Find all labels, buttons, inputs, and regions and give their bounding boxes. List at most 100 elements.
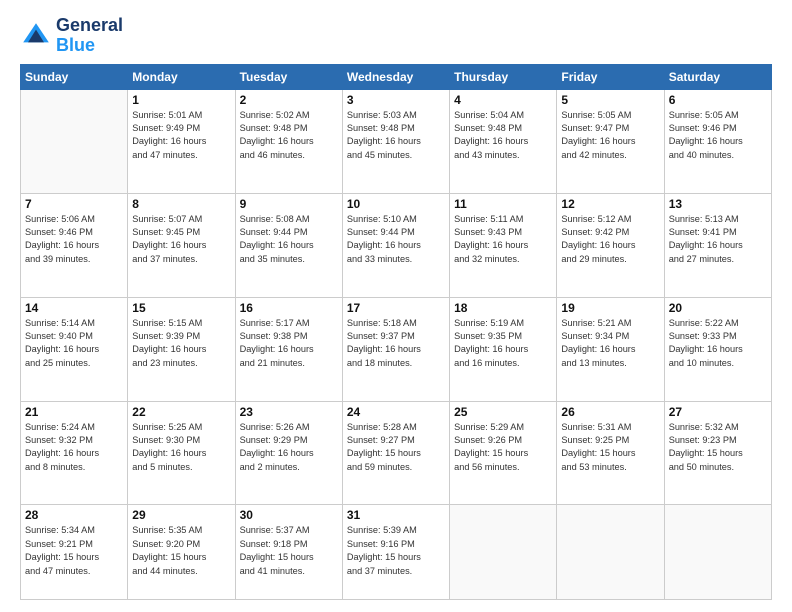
day-header-sunday: Sunday bbox=[21, 64, 128, 89]
calendar-cell: 5 Sunrise: 5:05 AMSunset: 9:47 PMDaylight… bbox=[557, 89, 664, 193]
day-number: 8 bbox=[132, 197, 230, 211]
day-info: Sunrise: 5:13 AMSunset: 9:41 PMDaylight:… bbox=[669, 213, 767, 266]
calendar-cell: 31 Sunrise: 5:39 AMSunset: 9:16 PMDayligh… bbox=[342, 505, 449, 600]
calendar-cell: 25 Sunrise: 5:29 AMSunset: 9:26 PMDayligh… bbox=[450, 401, 557, 505]
calendar-cell: 14 Sunrise: 5:14 AMSunset: 9:40 PMDayligh… bbox=[21, 297, 128, 401]
calendar-cell: 11 Sunrise: 5:11 AMSunset: 9:43 PMDayligh… bbox=[450, 193, 557, 297]
calendar-cell: 2 Sunrise: 5:02 AMSunset: 9:48 PMDaylight… bbox=[235, 89, 342, 193]
calendar-header-row: SundayMondayTuesdayWednesdayThursdayFrid… bbox=[21, 64, 772, 89]
week-row-2: 7 Sunrise: 5:06 AMSunset: 9:46 PMDaylight… bbox=[21, 193, 772, 297]
calendar-cell: 13Sunrise: 5:13 AMSunset: 9:41 PMDayligh… bbox=[664, 193, 771, 297]
calendar-cell: 26Sunrise: 5:31 AMSunset: 9:25 PMDayligh… bbox=[557, 401, 664, 505]
day-header-friday: Friday bbox=[557, 64, 664, 89]
day-info: Sunrise: 5:10 AMSunset: 9:44 PMDaylight:… bbox=[347, 213, 445, 266]
day-info: Sunrise: 5:17 AMSunset: 9:38 PMDaylight:… bbox=[240, 317, 338, 370]
day-info: Sunrise: 5:21 AMSunset: 9:34 PMDaylight:… bbox=[561, 317, 659, 370]
calendar-cell: 21 Sunrise: 5:24 AMSunset: 9:32 PMDayligh… bbox=[21, 401, 128, 505]
calendar-cell: 12 Sunrise: 5:12 AMSunset: 9:42 PMDayligh… bbox=[557, 193, 664, 297]
day-number: 7 bbox=[25, 197, 123, 211]
day-header-saturday: Saturday bbox=[664, 64, 771, 89]
day-number: 9 bbox=[240, 197, 338, 211]
day-info: Sunrise: 5:06 AMSunset: 9:46 PMDaylight:… bbox=[25, 213, 123, 266]
day-number: 2 bbox=[240, 93, 338, 107]
day-number: 19 bbox=[561, 301, 659, 315]
header: General Blue bbox=[20, 16, 772, 56]
day-number: 14 bbox=[25, 301, 123, 315]
day-number: 12 bbox=[561, 197, 659, 211]
day-info: Sunrise: 5:15 AMSunset: 9:39 PMDaylight:… bbox=[132, 317, 230, 370]
calendar-cell: 27 Sunrise: 5:32 AMSunset: 9:23 PMDayligh… bbox=[664, 401, 771, 505]
day-info: Sunrise: 5:26 AMSunset: 9:29 PMDaylight:… bbox=[240, 421, 338, 474]
logo-line2: Blue bbox=[56, 35, 95, 55]
day-info: Sunrise: 5:14 AMSunset: 9:40 PMDaylight:… bbox=[25, 317, 123, 370]
day-number: 5 bbox=[561, 93, 659, 107]
logo: General Blue bbox=[20, 16, 123, 56]
day-info: Sunrise: 5:25 AMSunset: 9:30 PMDaylight:… bbox=[132, 421, 230, 474]
calendar-cell: 9 Sunrise: 5:08 AMSunset: 9:44 PMDaylight… bbox=[235, 193, 342, 297]
calendar-cell: 10 Sunrise: 5:10 AMSunset: 9:44 PMDayligh… bbox=[342, 193, 449, 297]
day-info: Sunrise: 5:32 AMSunset: 9:23 PMDaylight:… bbox=[669, 421, 767, 474]
day-info: Sunrise: 5:02 AMSunset: 9:48 PMDaylight:… bbox=[240, 109, 338, 162]
day-number: 23 bbox=[240, 405, 338, 419]
calendar-cell bbox=[664, 505, 771, 600]
day-number: 16 bbox=[240, 301, 338, 315]
calendar-cell: 4Sunrise: 5:04 AMSunset: 9:48 PMDaylight… bbox=[450, 89, 557, 193]
calendar-cell: 3Sunrise: 5:03 AMSunset: 9:48 PMDaylight… bbox=[342, 89, 449, 193]
logo-text: General Blue bbox=[56, 16, 123, 56]
day-info: Sunrise: 5:01 AMSunset: 9:49 PMDaylight:… bbox=[132, 109, 230, 162]
logo-line1: General bbox=[56, 16, 123, 36]
day-info: Sunrise: 5:08 AMSunset: 9:44 PMDaylight:… bbox=[240, 213, 338, 266]
page: General Blue SundayMondayTuesdayWednesda… bbox=[0, 0, 792, 612]
calendar-cell: 22 Sunrise: 5:25 AMSunset: 9:30 PMDayligh… bbox=[128, 401, 235, 505]
day-info: Sunrise: 5:35 AMSunset: 9:20 PMDaylight:… bbox=[132, 524, 230, 577]
day-number: 17 bbox=[347, 301, 445, 315]
day-number: 15 bbox=[132, 301, 230, 315]
day-number: 21 bbox=[25, 405, 123, 419]
day-info: Sunrise: 5:19 AMSunset: 9:35 PMDaylight:… bbox=[454, 317, 552, 370]
week-row-4: 21 Sunrise: 5:24 AMSunset: 9:32 PMDayligh… bbox=[21, 401, 772, 505]
calendar-cell: 6Sunrise: 5:05 AMSunset: 9:46 PMDaylight… bbox=[664, 89, 771, 193]
day-info: Sunrise: 5:29 AMSunset: 9:26 PMDaylight:… bbox=[454, 421, 552, 474]
day-number: 27 bbox=[669, 405, 767, 419]
week-row-3: 14 Sunrise: 5:14 AMSunset: 9:40 PMDayligh… bbox=[21, 297, 772, 401]
calendar-cell: 1Sunrise: 5:01 AMSunset: 9:49 PMDaylight… bbox=[128, 89, 235, 193]
day-number: 20 bbox=[669, 301, 767, 315]
day-info: Sunrise: 5:39 AMSunset: 9:16 PMDaylight:… bbox=[347, 524, 445, 577]
day-info: Sunrise: 5:37 AMSunset: 9:18 PMDaylight:… bbox=[240, 524, 338, 577]
week-row-5: 28 Sunrise: 5:34 AMSunset: 9:21 PMDayligh… bbox=[21, 505, 772, 600]
calendar-table: SundayMondayTuesdayWednesdayThursdayFrid… bbox=[20, 64, 772, 600]
calendar-cell: 17Sunrise: 5:18 AMSunset: 9:37 PMDayligh… bbox=[342, 297, 449, 401]
calendar-cell: 24 Sunrise: 5:28 AMSunset: 9:27 PMDayligh… bbox=[342, 401, 449, 505]
calendar-cell: 30Sunrise: 5:37 AMSunset: 9:18 PMDayligh… bbox=[235, 505, 342, 600]
day-info: Sunrise: 5:34 AMSunset: 9:21 PMDaylight:… bbox=[25, 524, 123, 577]
day-number: 10 bbox=[347, 197, 445, 211]
calendar-cell: 16 Sunrise: 5:17 AMSunset: 9:38 PMDayligh… bbox=[235, 297, 342, 401]
calendar-cell: 18 Sunrise: 5:19 AMSunset: 9:35 PMDayligh… bbox=[450, 297, 557, 401]
logo-icon bbox=[20, 20, 52, 52]
day-info: Sunrise: 5:28 AMSunset: 9:27 PMDaylight:… bbox=[347, 421, 445, 474]
day-number: 18 bbox=[454, 301, 552, 315]
day-number: 22 bbox=[132, 405, 230, 419]
day-number: 6 bbox=[669, 93, 767, 107]
calendar-cell: 8 Sunrise: 5:07 AMSunset: 9:45 PMDaylight… bbox=[128, 193, 235, 297]
day-number: 25 bbox=[454, 405, 552, 419]
calendar-cell bbox=[557, 505, 664, 600]
day-header-wednesday: Wednesday bbox=[342, 64, 449, 89]
day-number: 28 bbox=[25, 508, 123, 522]
day-info: Sunrise: 5:05 AMSunset: 9:47 PMDaylight:… bbox=[561, 109, 659, 162]
calendar-cell: 28 Sunrise: 5:34 AMSunset: 9:21 PMDayligh… bbox=[21, 505, 128, 600]
day-info: Sunrise: 5:31 AMSunset: 9:25 PMDaylight:… bbox=[561, 421, 659, 474]
day-info: Sunrise: 5:07 AMSunset: 9:45 PMDaylight:… bbox=[132, 213, 230, 266]
calendar-cell: 20Sunrise: 5:22 AMSunset: 9:33 PMDayligh… bbox=[664, 297, 771, 401]
day-info: Sunrise: 5:11 AMSunset: 9:43 PMDaylight:… bbox=[454, 213, 552, 266]
day-number: 31 bbox=[347, 508, 445, 522]
calendar-cell bbox=[450, 505, 557, 600]
day-info: Sunrise: 5:12 AMSunset: 9:42 PMDaylight:… bbox=[561, 213, 659, 266]
day-info: Sunrise: 5:24 AMSunset: 9:32 PMDaylight:… bbox=[25, 421, 123, 474]
day-number: 11 bbox=[454, 197, 552, 211]
day-number: 4 bbox=[454, 93, 552, 107]
day-number: 29 bbox=[132, 508, 230, 522]
calendar-cell: 15 Sunrise: 5:15 AMSunset: 9:39 PMDayligh… bbox=[128, 297, 235, 401]
day-number: 24 bbox=[347, 405, 445, 419]
week-row-1: 1Sunrise: 5:01 AMSunset: 9:49 PMDaylight… bbox=[21, 89, 772, 193]
